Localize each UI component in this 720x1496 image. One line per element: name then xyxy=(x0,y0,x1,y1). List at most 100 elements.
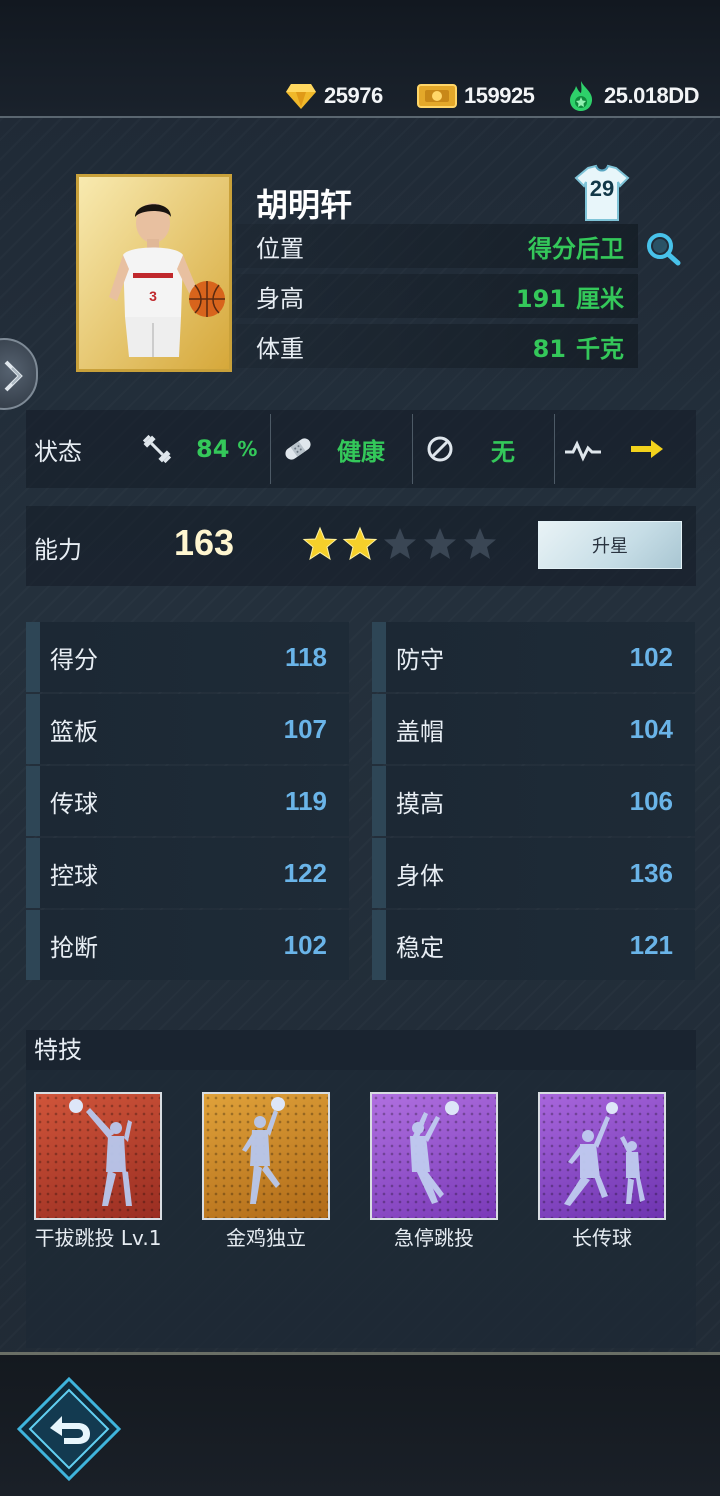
stat-value: 118 xyxy=(285,641,327,672)
stat-label: 摸高 xyxy=(396,789,444,818)
star-empty-icon xyxy=(382,526,418,562)
svg-text:3: 3 xyxy=(149,288,157,304)
back-arrow-icon xyxy=(16,1376,122,1482)
position-value: 得分后卫 xyxy=(528,234,624,263)
stat-row: 稳定 121 xyxy=(372,910,695,980)
weight-unit: 千克 xyxy=(576,334,624,363)
gold-count: 159925 xyxy=(464,83,535,108)
star-empty-icon xyxy=(422,526,458,562)
skill-card-one-leg-fadeaway[interactable] xyxy=(202,1092,330,1220)
star-icon xyxy=(302,526,338,562)
currency-bar: 25976 159925 25.018DD xyxy=(0,0,720,118)
search-icon[interactable] xyxy=(644,230,684,266)
diamond-count: 25976 xyxy=(324,83,383,108)
energy-count: 25.018DD xyxy=(604,83,700,108)
skill-card-stop-jumper[interactable] xyxy=(370,1092,498,1220)
ban-status[interactable]: 无 xyxy=(412,414,554,484)
position-row: 位置 得分后卫 xyxy=(236,224,638,268)
jump-shot-figure-icon xyxy=(69,1099,132,1206)
gold-currency[interactable]: 159925 xyxy=(416,78,535,114)
side-expand-tab[interactable] xyxy=(0,338,38,410)
stat-label: 篮板 xyxy=(50,717,98,746)
player-image: 3 xyxy=(79,177,229,369)
jersey-number: 29 xyxy=(589,176,615,201)
diamond-icon xyxy=(284,81,318,111)
ability-value: 163 xyxy=(174,522,235,563)
skills-panel: 特技 干拔跳投 Lv.1 金鸡独立 急停跳投 长传球 xyxy=(26,1030,696,1348)
weight-label: 体重 xyxy=(256,334,304,363)
star-icon xyxy=(342,526,378,562)
stat-row: 身体 136 xyxy=(372,838,695,908)
stat-label: 身体 xyxy=(396,861,444,890)
stat-row: 抢断 102 xyxy=(26,910,349,980)
flame-icon xyxy=(564,81,598,111)
energy-currency[interactable]: 25.018DD xyxy=(564,78,700,114)
height-label: 身高 xyxy=(256,284,304,313)
upgrade-star-button[interactable]: 升星 xyxy=(538,521,682,569)
stat-label: 防守 xyxy=(396,645,444,674)
player-name: 胡明轩 xyxy=(256,186,353,224)
fitness-status[interactable]: 84 % xyxy=(134,414,268,484)
skill-card-long-pass[interactable] xyxy=(538,1092,666,1220)
position-label: 位置 xyxy=(256,234,304,263)
back-button[interactable] xyxy=(16,1376,122,1482)
star-rating xyxy=(302,526,498,562)
stop-jumper-figure-icon xyxy=(410,1101,459,1204)
stat-value: 121 xyxy=(629,929,673,960)
status-panel: 状态 84 % 健康 无 xyxy=(26,410,696,488)
fitness-unit: % xyxy=(237,437,258,461)
skill-name: 急停跳投 xyxy=(394,1226,474,1250)
stat-value: 106 xyxy=(629,785,673,816)
stat-value: 104 xyxy=(629,713,673,744)
stat-row: 篮板 107 xyxy=(26,694,349,764)
height-unit: 厘米 xyxy=(576,284,624,313)
arrow-right-icon xyxy=(631,440,663,458)
trend-status[interactable] xyxy=(554,414,696,484)
upgrade-star-label: 升星 xyxy=(592,536,628,557)
jersey-number-badge: 29 xyxy=(574,164,630,222)
stat-value: 107 xyxy=(283,713,327,744)
stat-label: 控球 xyxy=(50,861,98,890)
stat-label: 得分 xyxy=(50,645,98,674)
ability-panel: 能力 163 升星 xyxy=(26,506,696,586)
ability-label: 能力 xyxy=(34,536,82,564)
stat-label: 抢断 xyxy=(50,933,98,962)
gold-ticket-icon xyxy=(416,81,458,111)
stat-value: 102 xyxy=(283,929,327,960)
status-label: 状态 xyxy=(34,438,82,466)
player-portrait[interactable]: 3 xyxy=(76,174,232,372)
height-value: 191 xyxy=(515,284,566,313)
stat-row: 防守 102 xyxy=(372,622,695,692)
pulse-icon xyxy=(565,440,601,462)
prohibited-icon xyxy=(427,436,453,462)
skill-card-pullup-jumper[interactable] xyxy=(34,1092,162,1220)
stat-label: 盖帽 xyxy=(396,717,444,746)
dumbbell-icon xyxy=(142,434,172,464)
fadeaway-figure-icon xyxy=(242,1097,285,1204)
stat-value: 119 xyxy=(285,785,327,816)
stat-row: 得分 118 xyxy=(26,622,349,692)
stat-row: 摸高 106 xyxy=(372,766,695,836)
stat-value: 122 xyxy=(283,857,327,888)
weight-value: 81 xyxy=(532,334,566,363)
stat-row: 控球 122 xyxy=(26,838,349,908)
stat-row: 传球 119 xyxy=(26,766,349,836)
diamond-currency[interactable]: 25976 xyxy=(284,78,383,114)
stat-value: 102 xyxy=(629,641,673,672)
stat-label: 稳定 xyxy=(396,933,444,962)
stat-row: 盖帽 104 xyxy=(372,694,695,764)
weight-row: 体重 81 千克 xyxy=(236,324,638,368)
chevron-right-icon xyxy=(4,360,23,392)
stat-label: 传球 xyxy=(50,789,98,818)
health-value: 健康 xyxy=(337,437,385,466)
long-pass-figure-icon xyxy=(564,1102,645,1206)
health-status[interactable]: 健康 xyxy=(270,414,412,484)
skills-title: 特技 xyxy=(26,1030,696,1070)
bandage-icon xyxy=(285,438,311,460)
height-row: 身高 191 厘米 xyxy=(236,274,638,318)
fitness-value: 84 xyxy=(196,435,230,463)
skill-name: 金鸡独立 xyxy=(226,1226,306,1250)
ban-value: 无 xyxy=(491,437,515,466)
skill-name: 长传球 xyxy=(572,1226,632,1250)
star-empty-icon xyxy=(462,526,498,562)
